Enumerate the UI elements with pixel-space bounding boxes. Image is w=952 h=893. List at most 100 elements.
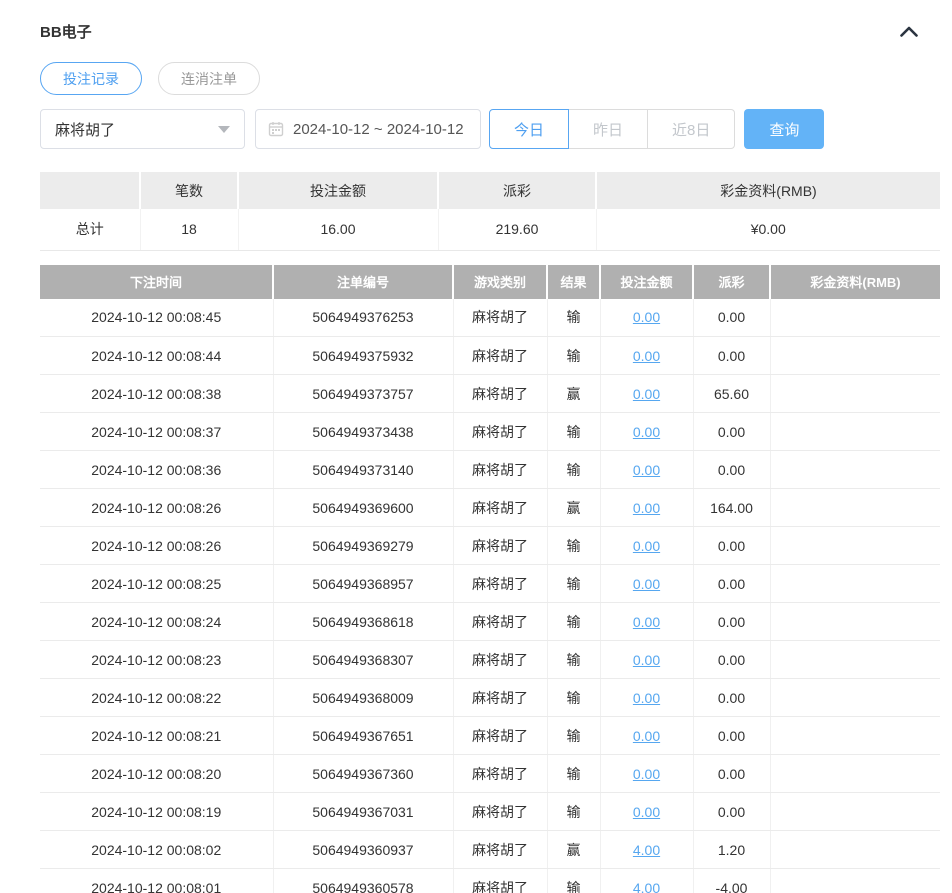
cell-payout: 1.20 — [693, 830, 771, 869]
bet-amount-link[interactable]: 0.00 — [633, 500, 660, 516]
cell-result: 输 — [547, 450, 601, 489]
tab-bar: 投注记录 连消注单 — [40, 62, 940, 95]
cell-bet-time: 2024-10-12 00:08:20 — [40, 754, 274, 793]
cell-order-no: 5064949369279 — [273, 526, 454, 565]
cell-result: 输 — [547, 868, 601, 893]
cell-result: 赢 — [547, 488, 601, 527]
bet-amount-link[interactable]: 0.00 — [633, 348, 660, 364]
cell-bet-amount: 0.00 — [600, 716, 694, 755]
bet-table-header-row: 下注时间 注单编号 游戏类别 结果 投注金额 派彩 彩金资料(RMB) — [40, 264, 940, 299]
cell-bet-amount: 0.00 — [600, 792, 694, 831]
summary-header-blank — [40, 172, 141, 209]
date-range-input[interactable]: 2024-10-12 ~ 2024-10-12 — [255, 109, 481, 149]
cell-result: 输 — [547, 336, 601, 375]
cell-game-type: 麻将胡了 — [453, 830, 548, 869]
game-select[interactable]: 麻将胡了 — [40, 109, 245, 149]
cell-bet-amount: 0.00 — [600, 298, 694, 337]
cell-result: 输 — [547, 298, 601, 337]
cell-payout: 0.00 — [693, 298, 771, 337]
cell-bet-amount: 0.00 — [600, 412, 694, 451]
today-button[interactable]: 今日 — [489, 109, 570, 149]
cell-bet-time: 2024-10-12 00:08:02 — [40, 830, 274, 869]
summary-header-row: 笔数 投注金额 派彩 彩金资料(RMB) — [40, 172, 940, 209]
cell-payout: 0.00 — [693, 678, 771, 717]
cell-bet-time: 2024-10-12 00:08:38 — [40, 374, 274, 413]
cell-game-type: 麻将胡了 — [453, 602, 548, 641]
bet-amount-link[interactable]: 0.00 — [633, 728, 660, 744]
bet-amount-link[interactable]: 0.00 — [633, 309, 660, 325]
col-header-bet-amount: 投注金额 — [600, 264, 694, 299]
yesterday-button[interactable]: 昨日 — [568, 109, 649, 149]
cell-bonus — [770, 830, 940, 869]
table-row: 2024-10-12 00:08:36 5064949373140 麻将胡了 输… — [40, 450, 940, 489]
bet-amount-link[interactable]: 0.00 — [633, 576, 660, 592]
bet-amount-link[interactable]: 0.00 — [633, 424, 660, 440]
bet-table-body: 2024-10-12 00:08:45 5064949376253 麻将胡了 输… — [40, 298, 940, 893]
last-8-days-button[interactable]: 近8日 — [647, 109, 736, 149]
cell-bet-amount: 0.00 — [600, 488, 694, 527]
cell-result: 输 — [547, 792, 601, 831]
cell-result: 输 — [547, 602, 601, 641]
panel-header: BB电子 — [40, 14, 940, 48]
bet-amount-link[interactable]: 0.00 — [633, 462, 660, 478]
cell-bonus — [770, 488, 940, 527]
cell-bonus — [770, 678, 940, 717]
bet-amount-link[interactable]: 4.00 — [633, 880, 660, 893]
chevron-down-icon — [218, 125, 230, 133]
bet-table: 下注时间 注单编号 游戏类别 结果 投注金额 派彩 彩金资料(RMB) 2024… — [40, 264, 940, 893]
cell-bet-time: 2024-10-12 00:08:45 — [40, 298, 274, 337]
col-header-game-type: 游戏类别 — [453, 264, 548, 299]
table-row: 2024-10-12 00:08:45 5064949376253 麻将胡了 输… — [40, 298, 940, 337]
cell-bonus — [770, 336, 940, 375]
bet-amount-link[interactable]: 0.00 — [633, 386, 660, 402]
cell-result: 输 — [547, 678, 601, 717]
cell-game-type: 麻将胡了 — [453, 526, 548, 565]
summary-header-payout: 派彩 — [438, 172, 597, 209]
cell-bet-amount: 0.00 — [600, 526, 694, 565]
cell-bet-time: 2024-10-12 00:08:19 — [40, 792, 274, 831]
cell-result: 输 — [547, 526, 601, 565]
cell-bet-time: 2024-10-12 00:08:01 — [40, 868, 274, 893]
bet-amount-link[interactable]: 0.00 — [633, 538, 660, 554]
cell-bet-amount: 0.00 — [600, 754, 694, 793]
bet-amount-link[interactable]: 0.00 — [633, 690, 660, 706]
tab-cancelled-orders[interactable]: 连消注单 — [158, 62, 260, 95]
collapse-button[interactable] — [898, 20, 920, 42]
cell-order-no: 5064949368618 — [273, 602, 454, 641]
cell-order-no: 5064949367360 — [273, 754, 454, 793]
cell-payout: 0.00 — [693, 792, 771, 831]
cell-bonus — [770, 792, 940, 831]
table-row: 2024-10-12 00:08:26 5064949369279 麻将胡了 输… — [40, 526, 940, 565]
table-row: 2024-10-12 00:08:23 5064949368307 麻将胡了 输… — [40, 640, 940, 679]
cell-bonus — [770, 754, 940, 793]
table-row: 2024-10-12 00:08:25 5064949368957 麻将胡了 输… — [40, 564, 940, 603]
cell-bet-time: 2024-10-12 00:08:26 — [40, 526, 274, 565]
cell-order-no: 5064949375932 — [273, 336, 454, 375]
table-row: 2024-10-12 00:08:24 5064949368618 麻将胡了 输… — [40, 602, 940, 641]
cell-game-type: 麻将胡了 — [453, 374, 548, 413]
col-header-bonus: 彩金资料(RMB) — [770, 264, 940, 299]
cell-game-type: 麻将胡了 — [453, 640, 548, 679]
cell-result: 输 — [547, 716, 601, 755]
cell-payout: 0.00 — [693, 602, 771, 641]
summary-header-count: 笔数 — [140, 172, 239, 209]
cell-payout: -4.00 — [693, 868, 771, 893]
filter-bar: 麻将胡了 2024-10-12 ~ 2024-10-12 今日 昨日 近8日 查… — [40, 109, 940, 149]
bet-amount-link[interactable]: 4.00 — [633, 842, 660, 858]
cell-result: 输 — [547, 564, 601, 603]
cell-bet-time: 2024-10-12 00:08:22 — [40, 678, 274, 717]
tab-bet-records[interactable]: 投注记录 — [40, 62, 142, 95]
bet-amount-link[interactable]: 0.00 — [633, 804, 660, 820]
bet-amount-link[interactable]: 0.00 — [633, 766, 660, 782]
summary-total-bonus: ¥0.00 — [596, 209, 940, 251]
bet-amount-link[interactable]: 0.00 — [633, 614, 660, 630]
cell-payout: 0.00 — [693, 716, 771, 755]
cell-bet-amount: 0.00 — [600, 450, 694, 489]
search-button[interactable]: 查询 — [744, 109, 825, 149]
bet-amount-link[interactable]: 0.00 — [633, 652, 660, 668]
cell-game-type: 麻将胡了 — [453, 678, 548, 717]
cell-bet-time: 2024-10-12 00:08:21 — [40, 716, 274, 755]
cell-order-no: 5064949373140 — [273, 450, 454, 489]
cell-game-type: 麻将胡了 — [453, 412, 548, 451]
cell-result: 赢 — [547, 830, 601, 869]
